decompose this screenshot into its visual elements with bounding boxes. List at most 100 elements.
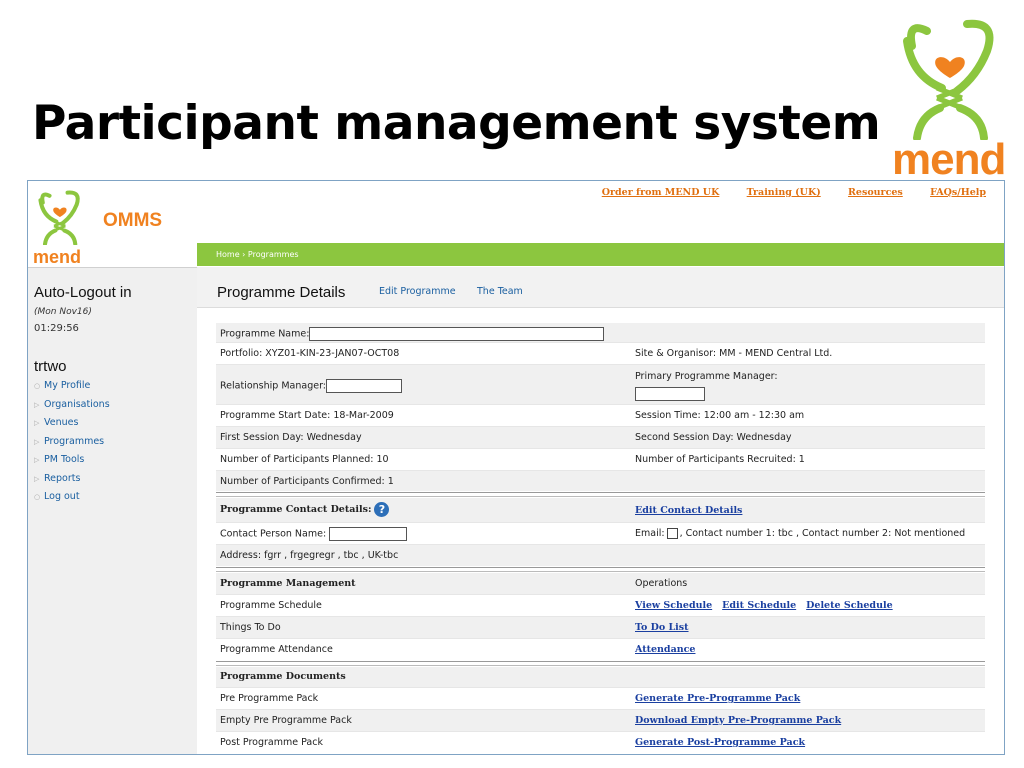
view-schedule-link[interactable]: View Schedule [635, 600, 712, 611]
management-heading: Programme Management [220, 578, 356, 589]
sidebar-item-label: Reports [44, 472, 81, 484]
top-links: Order from MEND UK Training (UK) Resourc… [578, 187, 986, 198]
todo-cell: To Do List [635, 622, 699, 633]
generate-pre-pack-link[interactable]: Generate Pre-Programme Pack [635, 693, 800, 704]
triangle-icon: ▷ [34, 419, 40, 427]
breadcrumb[interactable]: Home › Programmes [216, 250, 299, 259]
email-field[interactable] [666, 528, 678, 539]
edit-contact-link[interactable]: Edit Contact Details [635, 505, 742, 516]
autologout-date: (Mon Nov16) [34, 307, 92, 317]
sidebar-item-pm-tools[interactable]: ▷ PM Tools [34, 454, 110, 473]
delete-schedule-link[interactable]: Delete Schedule [806, 600, 892, 611]
sidebar-body: Auto-Logout in (Mon Nov16) 01:29:56 trtw… [28, 268, 197, 754]
mend-logo: mend [892, 16, 1006, 184]
table-row: Programme Documents [216, 667, 985, 688]
portfolio: Portfolio: XYZ01-KIN-23-JAN07-OCT08 [220, 348, 400, 359]
contact-person-input[interactable] [329, 527, 408, 541]
slide-title: Participant management system [32, 96, 881, 151]
omms-logo-text: mend [33, 247, 82, 267]
download-empty-pack-link[interactable]: Download Empty Pre-Programme Pack [635, 715, 841, 726]
attendance-link[interactable]: Attendance [635, 644, 695, 655]
table-row: Programme Contact Details:? Edit Contact… [216, 498, 985, 523]
section-divider [216, 567, 985, 572]
contact-numbers: , Contact number 1: tbc , Contact number… [679, 528, 966, 539]
sidebar-item-label: Programmes [44, 435, 105, 447]
primary-manager-cell: Primary Programme Manager: [635, 371, 778, 401]
table-row: Relationship Manager: Primary Programme … [216, 365, 985, 405]
section-divider [216, 492, 985, 497]
programme-name-label: Programme Name: [220, 328, 310, 340]
programme-name-cell: Programme Name: [220, 327, 605, 341]
edit-programme-link[interactable]: Edit Programme [379, 286, 456, 297]
sidebar-item-programmes[interactable]: ▷ Programmes [34, 436, 110, 455]
link-resources[interactable]: Resources [848, 187, 903, 198]
sidebar-item-label: My Profile [44, 380, 91, 391]
participants-planned: Number of Participants Planned: 10 [220, 454, 389, 465]
generate-post-pack-link[interactable]: Generate Post-Programme Pack [635, 737, 805, 748]
username: trtwo [34, 358, 67, 375]
sidebar-item-label: Venues [44, 417, 79, 428]
contact-person-cell: Contact Person Name: [220, 527, 408, 541]
table-row: Programme Schedule View Schedule Edit Sch… [216, 595, 985, 617]
sidebar-item-my-profile[interactable]: ○ My Profile [34, 380, 110, 399]
triangle-icon: ▷ [34, 474, 40, 483]
contact-heading: Programme Contact Details: [220, 504, 372, 515]
page-title-row: Programme Details Edit Programme The Tea… [197, 267, 1004, 308]
first-session-day: First Session Day: Wednesday [220, 432, 362, 443]
triangle-icon: ▷ [34, 456, 40, 464]
empty-pack-cell: Download Empty Pre-Programme Pack [635, 715, 851, 726]
pre-pack-label: Pre Programme Pack [220, 693, 319, 704]
second-session-day: Second Session Day: Wednesday [635, 432, 792, 443]
sidebar-item-log-out[interactable]: ○ Log out [34, 491, 110, 510]
table-row: Address: fgrr , frgegregr , tbc , UK-tbc [216, 545, 985, 566]
link-order-from-mend[interactable]: Order from MEND UK [602, 187, 720, 198]
sidebar-header: mend OMMS [28, 181, 197, 268]
sidebar-item-label: PM Tools [44, 454, 85, 465]
participants-confirmed: Number of Participants Confirmed: 1 [220, 476, 394, 487]
link-training[interactable]: Training (UK) [747, 187, 821, 198]
relationship-manager-label: Relationship Manager: [220, 380, 327, 392]
link-faqs-help[interactable]: FAQs/Help [930, 187, 986, 198]
table-row: Number of Participants Confirmed: 1 [216, 471, 985, 491]
edit-schedule-link[interactable]: Edit Schedule [722, 600, 796, 611]
section-divider [216, 661, 985, 666]
todo-list-link[interactable]: To Do List [635, 622, 689, 633]
sidebar-item-label: Log out [44, 491, 80, 502]
help-icon[interactable]: ? [374, 502, 390, 517]
schedule-label: Programme Schedule [220, 600, 322, 611]
schedule-links: View Schedule Edit Schedule Delete Schedul… [635, 600, 903, 611]
table-row: Programme Name: [216, 323, 985, 343]
autologout-time: 01:29:56 [34, 323, 79, 334]
relationship-manager-input[interactable] [326, 379, 403, 393]
the-team-link[interactable]: The Team [477, 286, 523, 297]
primary-manager-input[interactable] [635, 387, 705, 401]
triangle-icon: ▷ [34, 400, 40, 409]
sidebar-item-reports[interactable]: ▷ Reports [34, 473, 110, 492]
contact-heading-cell: Programme Contact Details:? [220, 502, 390, 517]
mend-logo-text: mend [892, 135, 1006, 184]
table-row: Programme Management Operations [216, 573, 985, 595]
contact-address: Address: fgrr , frgegregr , tbc , UK-tbc [220, 550, 399, 561]
start-date: Programme Start Date: 18-Mar-2009 [220, 410, 394, 421]
app-window: mend OMMS Auto-Logout in (Mon Nov16) 01:… [27, 180, 1005, 755]
programme-name-input[interactable] [309, 327, 605, 341]
omms-logo[interactable]: mend [31, 189, 87, 267]
documents-heading: Programme Documents [220, 671, 346, 682]
post-pack-cell: Generate Post-Programme Pack [635, 737, 815, 748]
table-row: Contact Person Name: Email: , Contact num… [216, 523, 985, 545]
sidebar-item-label: Organisations [44, 398, 110, 410]
table-row: Portfolio: XYZ01-KIN-23-JAN07-OCT08 Site… [216, 343, 985, 365]
participants-recruited: Number of Participants Recruited: 1 [635, 454, 805, 465]
table-row: Number of Participants Planned: 10 Numbe… [216, 449, 985, 471]
sidebar-item-venues[interactable]: ▷ Venues [34, 417, 110, 436]
table-row: Post Programme Pack Generate Post-Progra… [216, 732, 985, 753]
sidebar-item-organisations[interactable]: ▷ Organisations [34, 399, 110, 418]
contact-person-label: Contact Person Name: [220, 528, 327, 540]
bullet-icon: ○ [34, 493, 41, 501]
sidebar: mend OMMS Auto-Logout in (Mon Nov16) 01:… [28, 181, 197, 754]
sidebar-nav: ○ My Profile ▷ Organisations ▷ Venues ▷ Prog… [34, 380, 110, 510]
attendance-cell: Attendance [635, 644, 705, 655]
app-name: OMMS [103, 210, 163, 231]
edit-contact-cell: Edit Contact Details [635, 505, 752, 516]
relationship-manager-cell: Relationship Manager: [220, 379, 403, 393]
